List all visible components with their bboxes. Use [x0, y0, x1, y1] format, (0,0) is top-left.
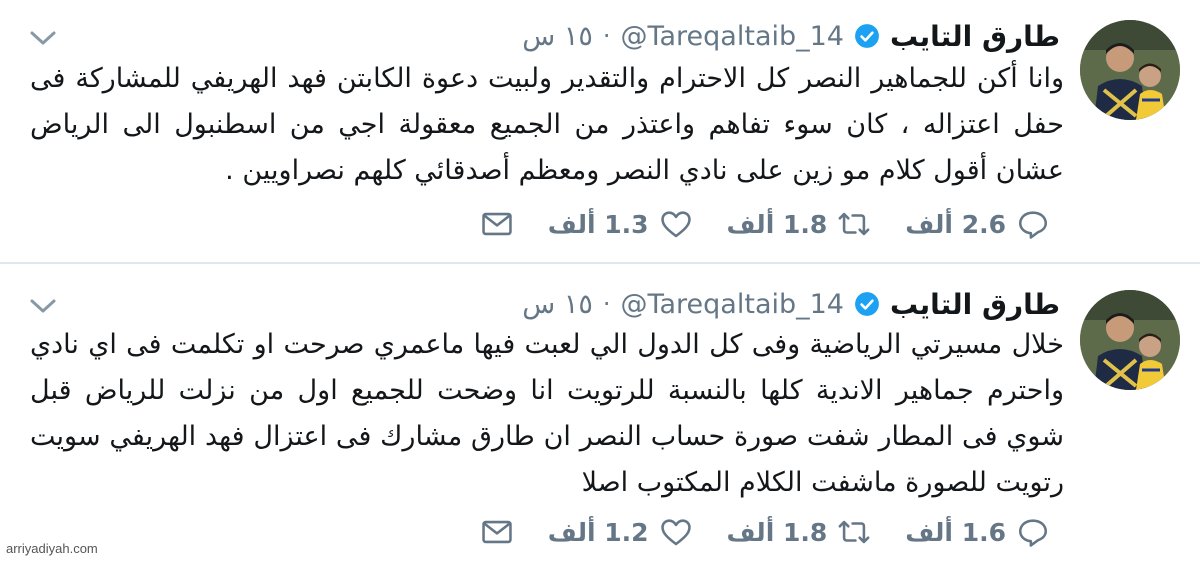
reply-count: 1.6 ألف: [905, 517, 1006, 547]
chevron-down-icon[interactable]: [28, 296, 58, 316]
tweet-header: طارق التايب @Tareqaltaib_14 · ١٥ س: [80, 16, 1060, 56]
dm-button[interactable]: [480, 207, 514, 241]
chevron-down-icon[interactable]: [28, 28, 58, 48]
tweet-actions: 1.6 ألف 1.8 ألف 1.2 ألف: [480, 512, 1050, 552]
heart-icon: [660, 211, 691, 238]
avatar[interactable]: [1080, 290, 1180, 390]
retweet-icon: [838, 520, 870, 544]
author-handle[interactable]: @Tareqaltaib_14: [620, 289, 844, 320]
retweet-count: 1.8 ألف: [726, 209, 828, 239]
reply-count: 2.6 ألف: [905, 209, 1006, 239]
tweet-actions: 2.6 ألف 1.8 ألف 1.3 ألف: [480, 204, 1050, 244]
author-name[interactable]: طارق التايب: [890, 288, 1060, 321]
tweet-2[interactable]: طارق التايب @Tareqaltaib_14 · ١٥ س خلال …: [0, 262, 1200, 562]
retweet-count: 1.8 ألف: [726, 517, 828, 547]
like-button[interactable]: 1.3 ألف: [548, 207, 693, 241]
like-count: 1.2 ألف: [547, 517, 649, 547]
verified-badge-icon: [855, 292, 879, 316]
reply-icon: [1018, 519, 1048, 547]
tweet-text: وانا أكن للجماهير النصر كل الاحترام والت…: [30, 63, 1064, 186]
dm-button[interactable]: [480, 515, 514, 549]
tweet-timestamp[interactable]: ١٥ س: [522, 289, 593, 320]
retweet-icon: [838, 212, 870, 236]
tweet-timestamp[interactable]: ١٥ س: [522, 21, 593, 52]
separator-dot: ·: [602, 22, 611, 50]
author-handle[interactable]: @Tareqaltaib_14: [620, 21, 844, 52]
separator-dot: ·: [602, 290, 611, 318]
watermark: arriyadiyah.com: [6, 541, 98, 556]
tweet-text: خلال مسيرتي الرياضية وفى كل الدول الي لع…: [30, 329, 1064, 498]
envelope-icon: [482, 212, 512, 236]
like-button[interactable]: 1.2 ألف: [548, 515, 693, 549]
tweet-header: طارق التايب @Tareqaltaib_14 · ١٥ س: [80, 284, 1060, 324]
envelope-icon: [482, 520, 512, 544]
avatar[interactable]: [1080, 20, 1180, 120]
reply-icon: [1018, 211, 1048, 239]
verified-badge-icon: [855, 24, 879, 48]
reply-button[interactable]: 2.6 ألف: [905, 207, 1050, 241]
retweet-button[interactable]: 1.8 ألف: [727, 207, 872, 241]
heart-icon: [660, 519, 691, 546]
retweet-button[interactable]: 1.8 ألف: [727, 515, 872, 549]
tweet-1[interactable]: طارق التايب @Tareqaltaib_14 · ١٥ س وانا …: [0, 0, 1200, 262]
author-name[interactable]: طارق التايب: [890, 20, 1060, 53]
reply-button[interactable]: 1.6 ألف: [905, 515, 1050, 549]
like-count: 1.3 ألف: [547, 209, 649, 239]
